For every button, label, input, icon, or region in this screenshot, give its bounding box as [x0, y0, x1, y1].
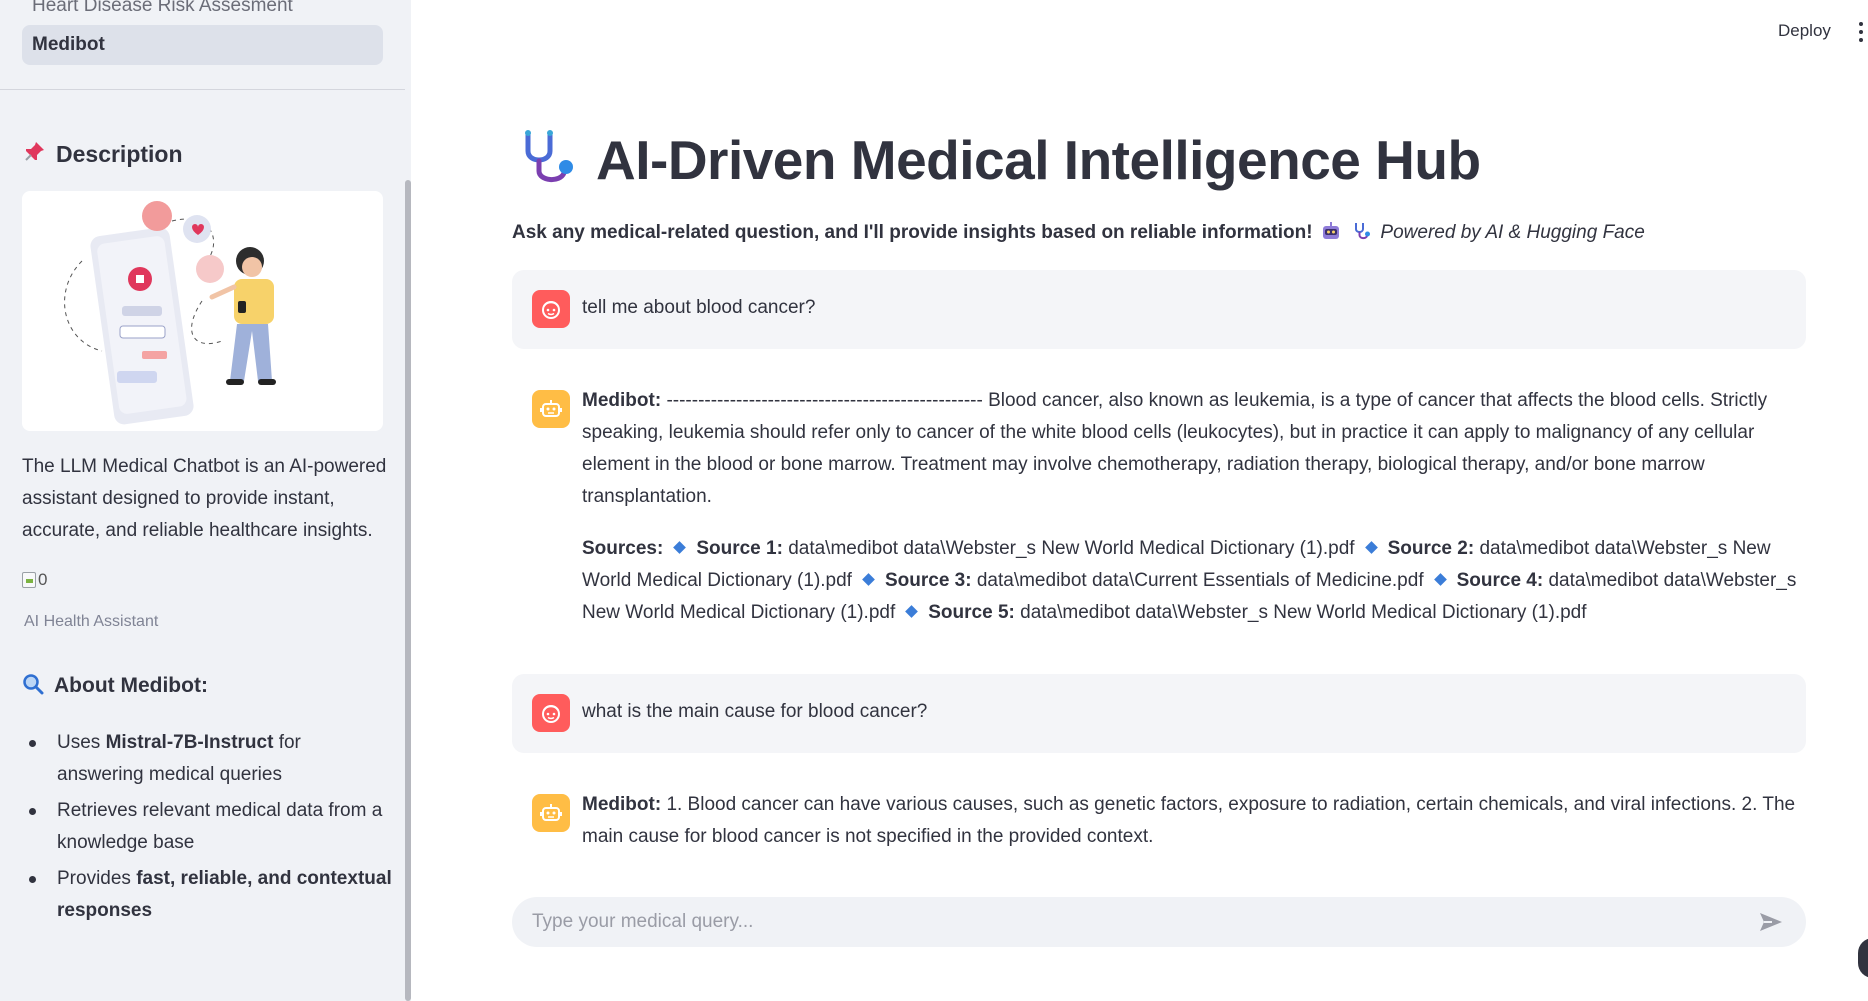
- page-title: AI-Driven Medical Intelligence Hub: [596, 129, 1481, 191]
- sources-line: Sources: Source 1: data\medibot data\Webs…: [582, 533, 1798, 629]
- robot-icon: [1321, 221, 1341, 241]
- image-caption: AI Health Assistant: [24, 613, 159, 630]
- diamond-icon: [1364, 541, 1378, 555]
- sidebar: Heart Disease Risk Assesment Medibot Des…: [0, 0, 411, 1001]
- list-item: Uses Mistral-7B-Instruct for answering m…: [22, 727, 392, 791]
- user-face-icon: [532, 290, 570, 328]
- chat-message-bot: Medibot: -------------------------------…: [512, 385, 1806, 643]
- description-heading: Description: [22, 140, 183, 168]
- deploy-button[interactable]: Deploy: [1778, 21, 1831, 41]
- chat-input-bar: [512, 897, 1806, 947]
- source-path: data\medibot data\Webster_s New World Me…: [788, 538, 1355, 559]
- chat-input[interactable]: [532, 911, 1756, 933]
- robot-avatar-icon: [532, 390, 570, 428]
- message-text: Medibot: -------------------------------…: [582, 385, 1798, 629]
- source-label: Source 2:: [1387, 538, 1475, 559]
- source-label: Source 3:: [884, 570, 972, 591]
- pushpin-icon: [22, 140, 46, 168]
- message-text: tell me about blood cancer?: [582, 297, 816, 318]
- about-list: Uses Mistral-7B-Instruct for answering m…: [22, 727, 392, 931]
- user-face-icon: [532, 694, 570, 732]
- about-heading-text: About Medibot:: [54, 674, 208, 697]
- broken-image: 0: [22, 570, 47, 590]
- chat-message-user: what is the main cause for blood cancer?: [512, 674, 1806, 753]
- source-path: data\medibot data\Webster_s New World Me…: [1020, 602, 1587, 623]
- sidebar-item-heart-disease[interactable]: Heart Disease Risk Assesment: [22, 0, 383, 26]
- magnifier-icon: [22, 673, 44, 699]
- sidebar-scrollbar[interactable]: [405, 180, 411, 1001]
- message-text: what is the main cause for blood cancer?: [582, 701, 928, 722]
- status-widget[interactable]: [1858, 938, 1868, 978]
- source-label: Source 4:: [1456, 570, 1544, 591]
- list-item: Retrieves relevant medical data from a k…: [22, 795, 392, 859]
- bot-label: Medibot:: [582, 794, 662, 815]
- diamond-icon: [1433, 573, 1447, 587]
- subtitle-italic: Powered by AI & Hugging Face: [1380, 222, 1645, 243]
- kebab-menu-icon[interactable]: [1858, 22, 1864, 42]
- bot-label: Medibot:: [582, 390, 662, 411]
- source-label: Source 5:: [928, 602, 1015, 623]
- sidebar-divider: [0, 89, 405, 90]
- broken-image-icon: [22, 572, 36, 588]
- sidebar-intro-text: The LLM Medical Chatbot is an AI-powered…: [22, 456, 387, 541]
- broken-image-alt: 0: [38, 570, 48, 589]
- medical-illustration: [22, 191, 383, 431]
- subtitle-bold: Ask any medical-related question, and I'…: [512, 222, 1313, 243]
- chat-message-user: tell me about blood cancer?: [512, 270, 1806, 349]
- stethoscope-small-icon: [1352, 221, 1372, 241]
- sources-label: Sources:: [582, 538, 664, 559]
- page-subtitle: Ask any medical-related question, and I'…: [512, 221, 1645, 244]
- sidebar-item-medibot[interactable]: Medibot: [22, 25, 383, 65]
- bot-answer: ----------------------------------------…: [582, 390, 1768, 507]
- source-label: Source 1:: [696, 538, 783, 559]
- send-icon[interactable]: [1756, 907, 1786, 937]
- about-heading: About Medibot:: [22, 673, 208, 699]
- page-title-row: AI-Driven Medical Intelligence Hub: [516, 128, 1481, 192]
- list-item: Provides fast, reliable, and contextual …: [22, 863, 392, 927]
- bot-answer: 1. Blood cancer can have various causes,…: [582, 794, 1796, 847]
- source-path: data\medibot data\Current Essentials of …: [976, 570, 1424, 591]
- diamond-icon: [862, 573, 875, 587]
- diamond-icon: [673, 541, 687, 555]
- chat-message-bot: Medibot: 1. Blood cancer can have variou…: [512, 789, 1806, 859]
- diamond-icon: [905, 605, 919, 619]
- description-heading-text: Description: [56, 140, 183, 167]
- stethoscope-icon: [516, 129, 578, 192]
- robot-avatar-icon: [532, 794, 570, 832]
- message-text: Medibot: 1. Blood cancer can have variou…: [582, 789, 1798, 853]
